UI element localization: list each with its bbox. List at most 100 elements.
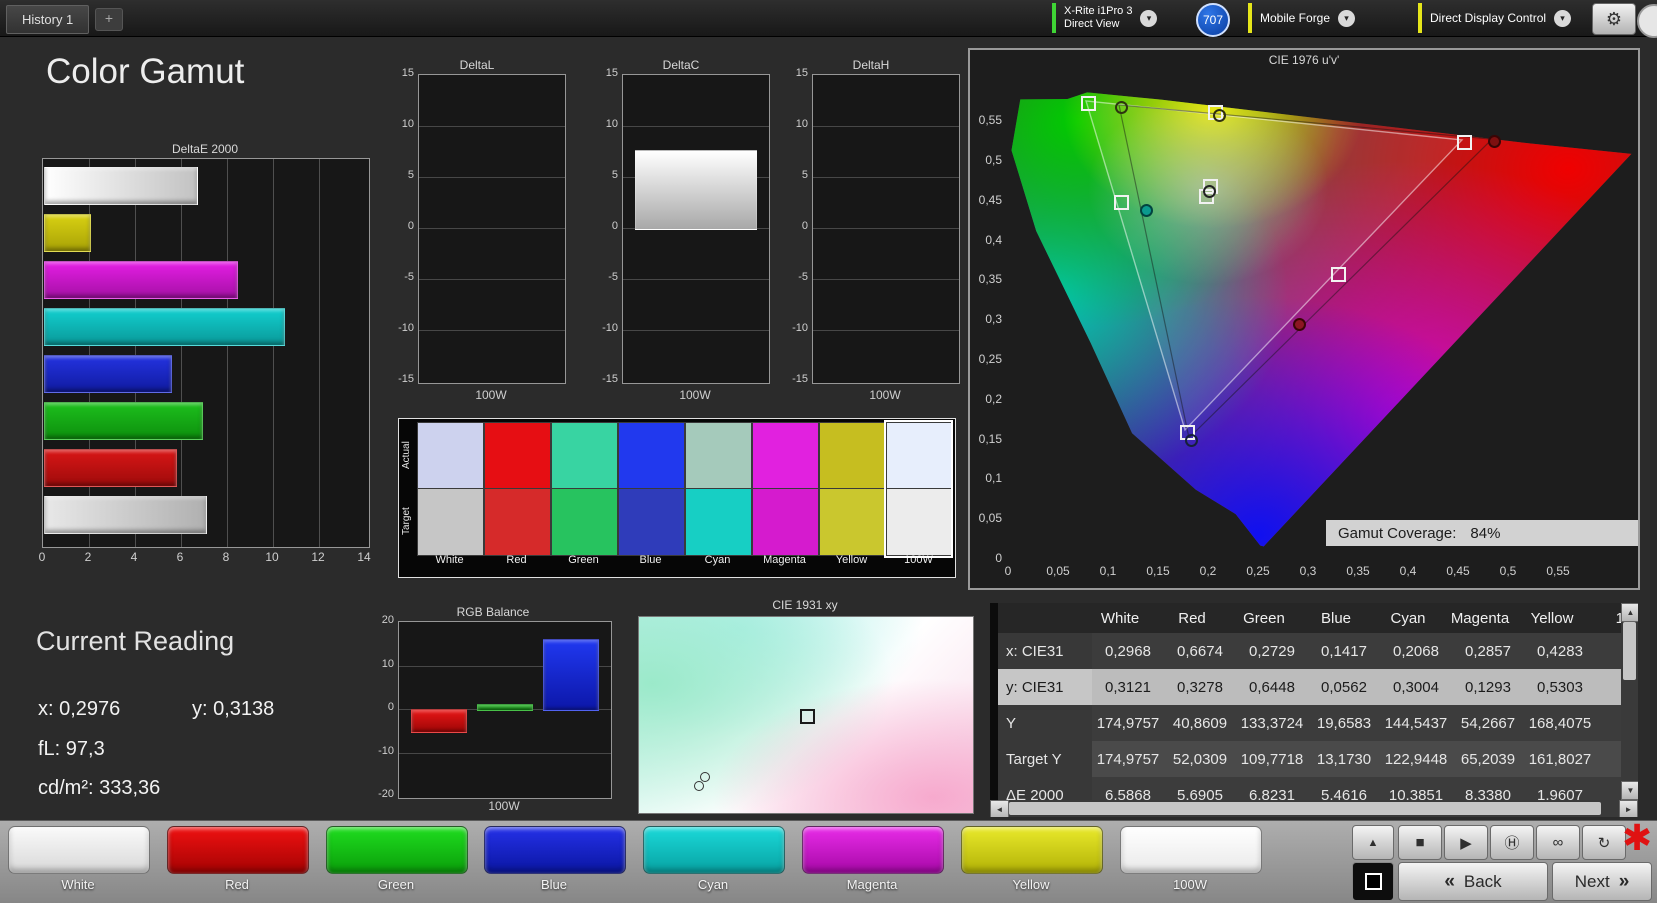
- meter-count-badge[interactable]: 707: [1196, 3, 1230, 37]
- stop-button[interactable]: ■: [1398, 825, 1442, 860]
- table-cell: 0,6674: [1177, 642, 1223, 660]
- gridline: [813, 330, 959, 331]
- meter-dropdown[interactable]: X-Rite i1Pro 3 Direct View ▾: [1052, 2, 1158, 34]
- target-swatch: [417, 488, 484, 556]
- deltae-bar-blue: [44, 355, 172, 393]
- patch-swatch: [167, 826, 309, 874]
- table-cell: 19,6583: [1316, 714, 1372, 732]
- next-chevron-icon: »: [1618, 870, 1630, 892]
- table-cell: 0,0562: [1321, 678, 1367, 696]
- horizontal-scroll-thumb[interactable]: [1009, 802, 1601, 815]
- cie1976-marker-circle: [1139, 204, 1153, 218]
- table-cell: 0,5303: [1537, 678, 1583, 696]
- row-label: Y: [998, 705, 1092, 741]
- table-cell: 0,4283: [1537, 642, 1583, 660]
- chart-title: DeltaH: [852, 58, 890, 72]
- deltae2000-chart: DeltaE 2000 0 2 4 6 8 10 12 14: [39, 142, 371, 572]
- reading-fl: fL: 97,3: [38, 738, 105, 760]
- table-horizontal-scrollbar[interactable]: ◄ ►: [990, 800, 1638, 817]
- pattern-window-button[interactable]: [1352, 862, 1394, 901]
- table-row[interactable]: y: CIE31 0,3121 0,3278 0,6448 0,0562 0,3004 0,…: [990, 669, 1621, 705]
- play-icon: ▶: [1460, 834, 1472, 852]
- deltaL-plot: [418, 74, 566, 384]
- settings-button[interactable]: ⚙: [1592, 3, 1636, 35]
- back-label: Back: [1463, 871, 1502, 891]
- patch-button-magenta[interactable]: Magenta: [802, 826, 944, 900]
- patch-button-red[interactable]: Red: [167, 826, 309, 900]
- patch-button-yellow[interactable]: Yellow: [961, 826, 1103, 900]
- row-label: Target Y: [998, 741, 1092, 777]
- gridline: [419, 228, 565, 229]
- table-cell: 5,6905: [1177, 786, 1223, 801]
- gridline: [813, 228, 959, 229]
- gamut-coverage-readout: Gamut Coverage: 84%: [1326, 520, 1638, 546]
- chevron-down-icon[interactable]: ▾: [1140, 9, 1158, 27]
- cie1976-marker-square: [1456, 134, 1472, 150]
- table-left-strip: [990, 777, 998, 800]
- alert-asterisk-icon[interactable]: ✱: [1622, 817, 1652, 859]
- continuous-button[interactable]: ∞: [1536, 825, 1580, 860]
- target-swatch: [819, 488, 886, 556]
- meter-h-button[interactable]: Ⓗ: [1490, 825, 1534, 860]
- swatch-label: Blue: [639, 554, 662, 566]
- next-button[interactable]: Next »: [1552, 862, 1652, 901]
- play-button[interactable]: ▶: [1444, 825, 1488, 860]
- gridline: [813, 126, 959, 127]
- patch-button-green[interactable]: Green: [326, 826, 468, 900]
- patch-button-white[interactable]: White: [8, 826, 150, 900]
- table-left-strip: [990, 741, 998, 777]
- add-tab-button[interactable]: +: [95, 8, 123, 31]
- vertical-scroll-thumb[interactable]: [1623, 622, 1636, 680]
- deltaC-plot: [622, 74, 770, 384]
- chevron-down-icon[interactable]: ▾: [1338, 9, 1356, 27]
- window-square-icon: [1364, 873, 1382, 890]
- scroll-left-button[interactable]: ◄: [990, 800, 1009, 817]
- patch-button-blue[interactable]: Blue: [484, 826, 626, 900]
- chevron-down-icon[interactable]: ▾: [1554, 9, 1572, 27]
- rgb-bar-red: [411, 709, 467, 733]
- refresh-button[interactable]: ↻: [1582, 825, 1626, 860]
- back-button[interactable]: « Back: [1398, 862, 1548, 901]
- scroll-up-button[interactable]: ▲: [1621, 603, 1638, 622]
- patch-swatch: [1120, 826, 1262, 874]
- patch-button-cyan[interactable]: Cyan: [643, 826, 785, 900]
- tab-history[interactable]: History 1: [6, 5, 90, 34]
- scroll-right-button[interactable]: ►: [1619, 800, 1638, 817]
- table-cell: 0,1417: [1321, 642, 1367, 660]
- table-row[interactable]: Target Y 174,9757 52,0309 109,7718 13,1730 12…: [990, 741, 1621, 777]
- refresh-icon: ↻: [1597, 834, 1611, 852]
- swatch-label: White: [435, 554, 464, 566]
- table-cell: 52,0309: [1172, 750, 1228, 768]
- table-cell: 54,2667: [1460, 714, 1516, 732]
- table-cell: 161,8027: [1528, 750, 1592, 768]
- column-header-Magenta: Magenta: [1450, 609, 1510, 627]
- table-row[interactable]: Y 174,9757 40,8609 133,3724 19,6583 144,5437 5…: [990, 705, 1621, 741]
- actual-swatch: [752, 422, 819, 490]
- cie1976-marker-circle: [1212, 108, 1226, 122]
- scroll-down-button[interactable]: ▼: [1621, 781, 1638, 800]
- chart-title: DeltaE 2000: [171, 142, 239, 156]
- patch-label: Red: [225, 877, 249, 892]
- edge-button[interactable]: [1637, 4, 1657, 38]
- page-title: Color Gamut: [46, 52, 245, 91]
- gridline: [623, 126, 769, 127]
- rgb-bar-green: [477, 703, 533, 711]
- column-header-Blue: Blue: [1320, 609, 1352, 627]
- table-row[interactable]: x: CIE31 0,2968 0,6674 0,2729 0,1417 0,2068 0,…: [990, 633, 1621, 669]
- table-vertical-scrollbar[interactable]: ▲ ▼: [1621, 603, 1638, 800]
- deltaL-x-label: 100W: [475, 388, 507, 402]
- reading-luminance: cd/m²: 333,36: [38, 777, 161, 799]
- row-label-actual: Actual: [401, 441, 412, 469]
- patch-button-100w[interactable]: 100W: [1120, 826, 1262, 900]
- patch-label: 100W: [1173, 877, 1207, 892]
- actual-swatch: [551, 422, 618, 490]
- table-row[interactable]: ΔE 2000 6,5868 5,6905 6,8231 5,4616 10,3851 8,…: [990, 777, 1621, 800]
- display-control-dropdown[interactable]: Direct Display Control ▾: [1418, 2, 1572, 34]
- table-cell: 0,2729: [1249, 642, 1295, 660]
- gridline: [813, 279, 959, 280]
- gridline: [419, 126, 565, 127]
- pattern-up-button[interactable]: ▲: [1352, 825, 1394, 860]
- source-dropdown[interactable]: Mobile Forge ▾: [1248, 2, 1356, 34]
- rgb-balance-x-label: 100W: [488, 799, 520, 813]
- reading-y: y: 0,3138: [192, 698, 275, 720]
